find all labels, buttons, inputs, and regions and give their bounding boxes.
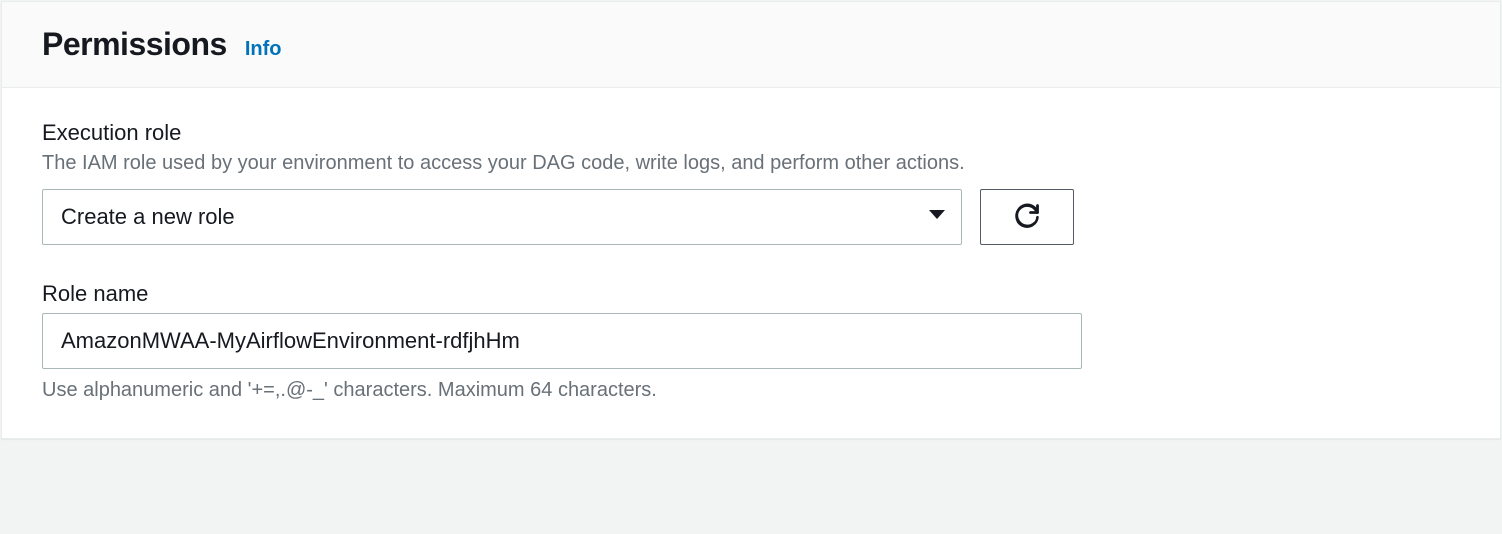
role-name-hint: Use alphanumeric and '+=,.@-_' character… <box>42 379 1460 402</box>
refresh-button[interactable] <box>980 189 1074 245</box>
execution-role-row: Create a new role <box>42 189 1460 245</box>
refresh-icon <box>1013 202 1041 233</box>
execution-role-group: Execution role The IAM role used by your… <box>42 120 1460 245</box>
execution-role-selected-value: Create a new role <box>61 204 235 230</box>
execution-role-select[interactable]: Create a new role <box>42 189 962 245</box>
permissions-panel: Permissions Info Execution role The IAM … <box>1 1 1501 439</box>
execution-role-description: The IAM role used by your environment to… <box>42 152 1460 175</box>
panel-header: Permissions Info <box>2 2 1500 88</box>
info-link[interactable]: Info <box>245 38 282 61</box>
role-name-label: Role name <box>42 281 1460 307</box>
panel-body: Execution role The IAM role used by your… <box>2 88 1500 438</box>
execution-role-select-wrap: Create a new role <box>42 189 962 245</box>
role-name-group: Role name Use alphanumeric and '+=,.@-_'… <box>42 281 1460 402</box>
panel-title: Permissions <box>42 26 227 63</box>
execution-role-label: Execution role <box>42 120 1460 146</box>
role-name-input[interactable] <box>42 313 1082 369</box>
